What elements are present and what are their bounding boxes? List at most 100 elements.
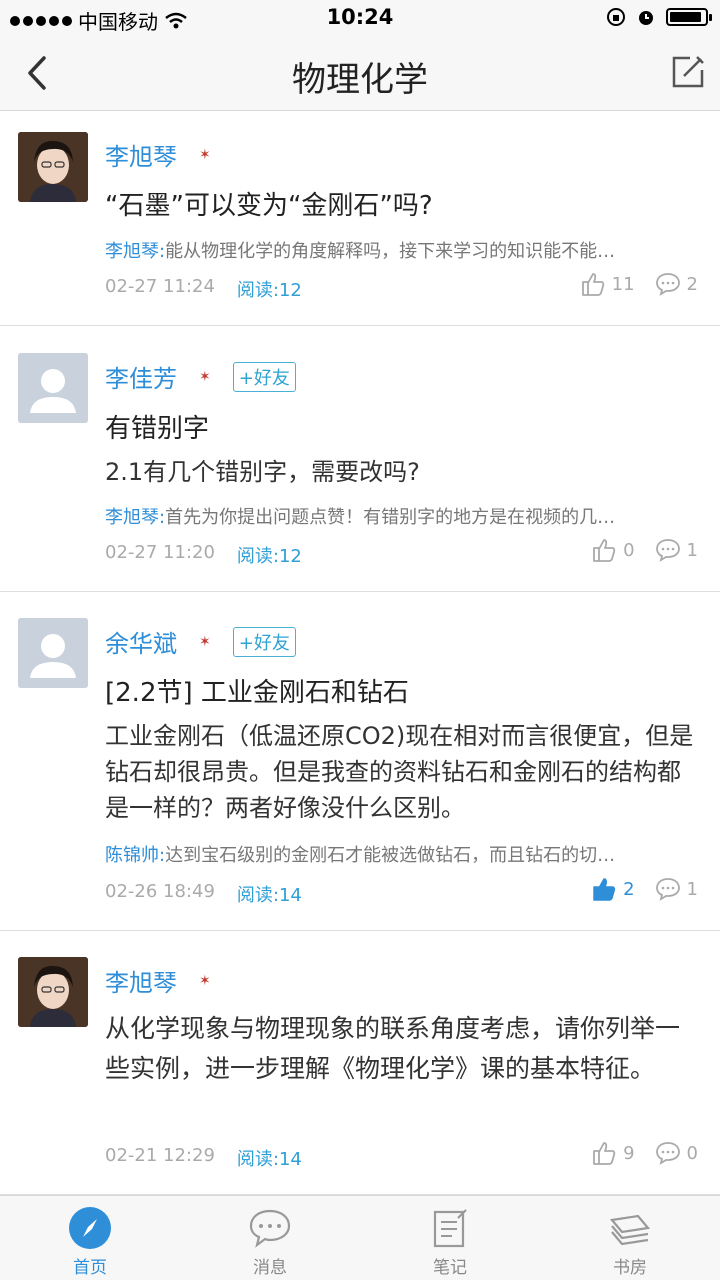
avatar[interactable]: [18, 132, 88, 202]
comment-button[interactable]: 2: [655, 272, 698, 296]
read-count: 阅读:14: [236, 1149, 302, 1170]
author-row: 余华斌 ✶ +好友: [105, 624, 296, 659]
books-icon: [609, 1214, 651, 1246]
default-avatar-icon: [18, 618, 88, 688]
edit-icon[interactable]: [670, 54, 706, 90]
like-button[interactable]: 9: [591, 1140, 635, 1166]
tab-label: 笔记: [433, 1258, 467, 1278]
read-count: 阅读:12: [236, 280, 302, 301]
medal-icon: ✶: [199, 368, 211, 385]
reply-preview: 陈锦帅:达到宝石级别的金刚石才能被选做钻石，而且钻石的切…: [105, 841, 660, 867]
tab-bar: 首页 消息 笔记 书房: [0, 1195, 720, 1280]
tab-home[interactable]: 首页: [0, 1196, 180, 1280]
avatar[interactable]: [18, 618, 88, 688]
author-name[interactable]: 李佳芳: [105, 359, 177, 394]
author-row: 李佳芳 ✶ +好友: [105, 359, 296, 394]
chat-bubble-icon: [249, 1209, 291, 1248]
reply-text: 达到宝石级别的金刚石才能被选做钻石，而且钻石的切…: [165, 845, 616, 866]
reply-text: 能从物理化学的角度解释吗，接下来学习的知识能不能…: [165, 241, 616, 262]
tab-library[interactable]: 书房: [540, 1196, 720, 1280]
tab-label: 消息: [253, 1258, 287, 1278]
post-date: 02-21 12:29: [105, 1145, 215, 1166]
post-title: “石墨”可以变为“金刚石”吗?: [105, 191, 433, 221]
comment-icon: [655, 878, 680, 901]
author-row: 李旭琴 ✶: [105, 963, 211, 998]
like-count: 9: [623, 1142, 635, 1164]
post-date: 02-27 11:24: [105, 276, 215, 297]
post-meta: 02-27 11:24 阅读:12: [105, 276, 302, 302]
post-title: [2.2节] 工业金刚石和钻石: [105, 678, 409, 708]
comment-button[interactable]: 1: [655, 538, 698, 562]
read-count: 阅读:14: [236, 885, 302, 906]
add-friend-button[interactable]: +好友: [232, 361, 296, 392]
thumbs-up-icon: [581, 273, 604, 296]
post-stats: 2 1: [591, 876, 698, 902]
post-body: 从化学现象与物理现象的联系角度考虑，请你列举一些实例，进一步理解《物理化学》课的…: [105, 1014, 681, 1083]
add-friend-button[interactable]: +好友: [232, 626, 296, 657]
notebook-icon: [433, 1209, 467, 1248]
post-body: 2.1有几个错别字，需要改吗?: [105, 458, 420, 486]
comment-icon: [655, 1142, 680, 1165]
post-meta: 02-27 11:20 阅读:12: [105, 542, 302, 568]
like-button[interactable]: 0: [591, 537, 635, 563]
battery-fill: [670, 12, 701, 22]
post-stats: 11 2: [580, 271, 698, 297]
post-feed: 李旭琴 ✶ “石墨”可以变为“金刚石”吗? 李旭琴:能从物理化学的角度解释吗，接…: [0, 111, 720, 1195]
post-date: 02-26 18:49: [105, 881, 215, 902]
post-date: 02-27 11:20: [105, 542, 215, 563]
like-count: 2: [623, 878, 635, 900]
reply-preview: 李旭琴:首先为你提出问题点赞！有错别字的地方是在视频的几…: [105, 503, 660, 529]
thumbs-up-icon: [593, 539, 616, 562]
rotation-lock-icon: [607, 8, 625, 26]
tab-label: 书房: [613, 1258, 647, 1278]
comment-button[interactable]: 0: [655, 1141, 698, 1165]
status-bar: 中国移动 10:24: [0, 0, 720, 36]
comment-count: 0: [686, 1142, 698, 1164]
tab-messages[interactable]: 消息: [180, 1196, 360, 1280]
author-row: 李旭琴 ✶: [105, 137, 211, 172]
like-count: 0: [623, 539, 635, 561]
reply-author: 陈锦帅:: [105, 845, 166, 866]
default-avatar-icon: [18, 353, 88, 423]
read-count: 阅读:12: [236, 546, 302, 567]
avatar[interactable]: [18, 353, 88, 423]
avatar[interactable]: [18, 957, 88, 1027]
comment-count: 1: [686, 878, 698, 900]
avatar-photo: [18, 957, 88, 1027]
reply-preview: 李旭琴:能从物理化学的角度解释吗，接下来学习的知识能不能…: [105, 237, 660, 263]
author-name[interactable]: 李旭琴: [105, 137, 177, 172]
medal-icon: ✶: [199, 972, 211, 989]
post-stats: 9 0: [591, 1140, 698, 1166]
thumbs-up-filled-icon: [593, 878, 616, 901]
author-name[interactable]: 余华斌: [105, 624, 177, 659]
like-count: 11: [611, 273, 635, 295]
post-item[interactable]: 余华斌 ✶ +好友 [2.2节] 工业金刚石和钻石 工业金刚石（低温还原CO2)…: [0, 592, 720, 931]
post-item[interactable]: 李旭琴 ✶ “石墨”可以变为“金刚石”吗? 李旭琴:能从物理化学的角度解释吗，接…: [0, 111, 720, 326]
comment-icon: [655, 539, 680, 562]
reply-text: 首先为你提出问题点赞！有错别字的地方是在视频的几…: [165, 507, 616, 528]
post-meta: 02-26 18:49 阅读:14: [105, 881, 302, 907]
post-stats: 0 1: [591, 537, 698, 563]
thumbs-up-icon: [593, 1142, 616, 1165]
status-right: [606, 7, 712, 27]
compass-icon: [69, 1207, 111, 1249]
like-button[interactable]: 2: [591, 876, 635, 902]
reply-author: 李旭琴:: [105, 507, 166, 528]
author-name[interactable]: 李旭琴: [105, 963, 177, 998]
comment-button[interactable]: 1: [655, 877, 698, 901]
comment-icon: [655, 273, 680, 296]
like-button[interactable]: 11: [580, 271, 635, 297]
alarm-icon: [639, 11, 653, 25]
medal-icon: ✶: [199, 633, 211, 650]
reply-author: 李旭琴:: [105, 241, 166, 262]
medal-icon: ✶: [199, 146, 211, 163]
avatar-photo: [18, 132, 88, 202]
nav-bar: 物理化学: [0, 36, 720, 111]
post-item[interactable]: 李佳芳 ✶ +好友 有错别字 2.1有几个错别字，需要改吗? 李旭琴:首先为你提…: [0, 326, 720, 592]
post-item[interactable]: 李旭琴 ✶ 从化学现象与物理现象的联系角度考虑，请你列举一些实例，进一步理解《物…: [0, 931, 720, 1195]
battery-icon: [666, 8, 712, 26]
comment-count: 1: [686, 539, 698, 561]
post-title: 有错别字: [105, 414, 210, 444]
tab-notes[interactable]: 笔记: [360, 1196, 540, 1280]
tab-label: 首页: [73, 1258, 107, 1278]
